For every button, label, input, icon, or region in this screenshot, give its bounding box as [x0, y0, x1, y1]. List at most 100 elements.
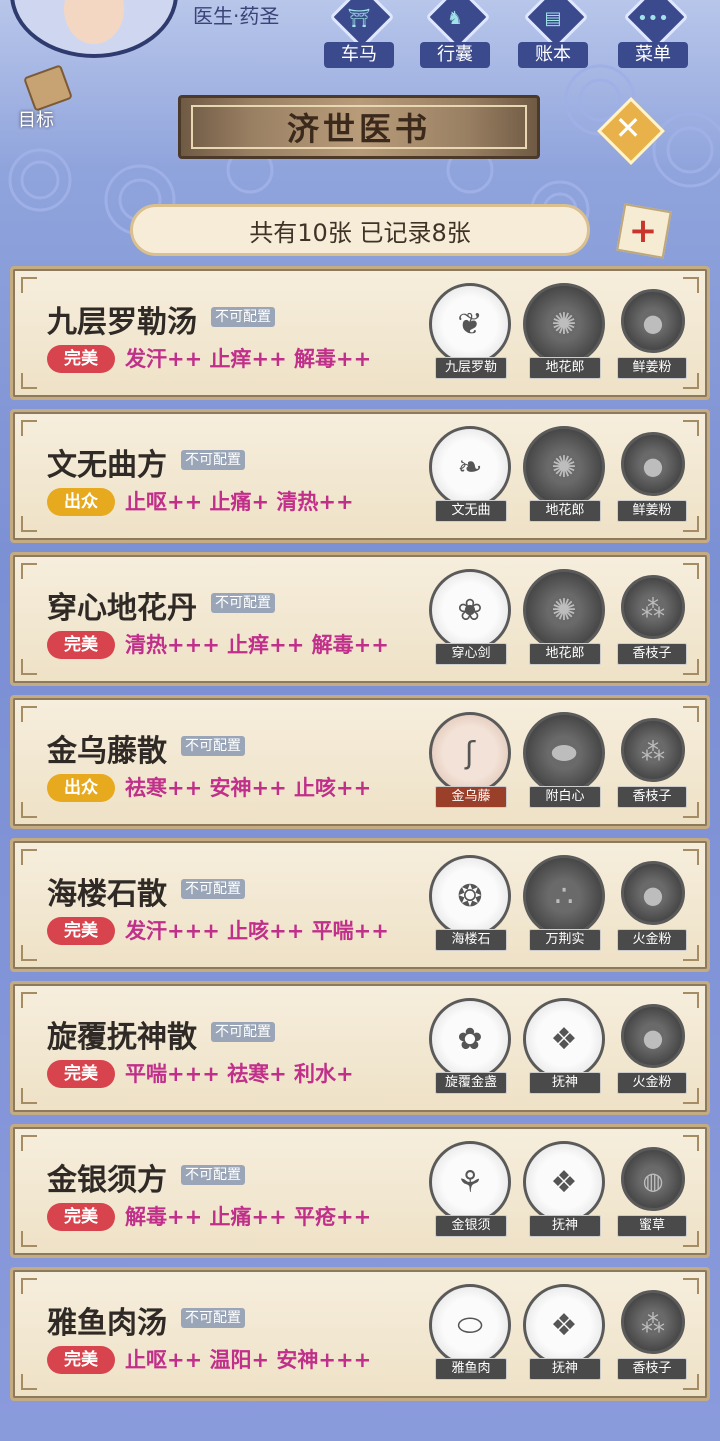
ingredient-slot[interactable]: ❦ 九层罗勒: [425, 283, 515, 383]
menu-button[interactable]: ••• 菜单: [612, 0, 694, 68]
prescription-name: 金银须方: [47, 1163, 167, 1198]
quality-badge: 完美: [47, 1203, 115, 1231]
effects-text: 清热+++ 止痒++ 解毒++: [125, 633, 389, 657]
corner-ornament: [21, 373, 37, 389]
effects-text: 止呕++ 止痛+ 清热++: [125, 490, 354, 514]
corner-ornament: [21, 1135, 37, 1151]
config-tag: 不可配置: [181, 1308, 245, 1328]
ingredient-slot[interactable]: ● 火金粉: [615, 998, 687, 1098]
close-icon: ✕: [614, 109, 642, 147]
corner-ornament: [21, 849, 37, 865]
ingredient-image-icon: ●: [642, 452, 664, 480]
scroll-icon: [23, 64, 73, 112]
effects-text: 平喘+++ 祛寒+ 利水+: [125, 1062, 354, 1086]
ingredient-image-icon: ❖: [550, 1022, 578, 1057]
player-role: 医生·药圣: [193, 4, 280, 28]
ingredient-label: 地花郎: [529, 357, 601, 379]
ingredient-slot[interactable]: ⬬ 附白心: [519, 712, 609, 812]
effects-text: 发汗++ 止痒++ 解毒++: [125, 347, 372, 371]
ingredient-slot[interactable]: ❖ 抚神: [519, 998, 609, 1098]
ingredient-slot[interactable]: ⁂ 香枝子: [615, 1284, 687, 1384]
ingredient-label: 火金粉: [617, 1072, 687, 1094]
prescription-card[interactable]: 穿心地花丹 不可配置 完美 清热+++ 止痒++ 解毒++ ❀ 穿心剑 ✺ 地花…: [10, 552, 710, 686]
ingredient-slot[interactable]: ❀ 穿心剑: [425, 569, 515, 669]
ingredient-slot[interactable]: ʃ 金乌藤: [425, 712, 515, 812]
ingredient-image-icon: ✺: [551, 593, 577, 628]
ingredient-image-icon: ⁂: [641, 1310, 665, 1338]
ingredient-image-icon: ◍: [642, 1167, 664, 1195]
ingredient-label: 金乌藤: [435, 786, 507, 808]
config-tag: 不可配置: [211, 307, 275, 327]
ingredient-image-icon: ⚘: [456, 1165, 484, 1200]
ingredient-slot[interactable]: ❖ 抚神: [519, 1141, 609, 1241]
corner-ornament: [21, 1278, 37, 1294]
prescription-card[interactable]: 文无曲方 不可配置 出众 止呕++ 止痛+ 清热++ ❧ 文无曲 ✺ 地花郎 ●…: [10, 409, 710, 543]
corner-ornament: [21, 659, 37, 675]
ingredient-slot[interactable]: ✿ 旋覆金盏: [425, 998, 515, 1098]
bag-button[interactable]: ♞ 行囊: [414, 0, 496, 68]
prescription-card[interactable]: 金银须方 不可配置 完美 解毒++ 止痛++ 平疮++ ⚘ 金银须 ❖ 抚神 ◍…: [10, 1124, 710, 1258]
config-tag: 不可配置: [181, 879, 245, 899]
corner-ornament: [21, 802, 37, 818]
corner-ornament: [21, 706, 37, 722]
ingredient-label: 金银须: [435, 1215, 507, 1237]
prescription-card[interactable]: 海楼石散 不可配置 完美 发汗+++ 止咳++ 平喘++ ❂ 海楼石 ∴ 万荆实…: [10, 838, 710, 972]
ingredient-label: 香枝子: [617, 786, 687, 808]
ingredient-image-icon: ⬭: [457, 1308, 483, 1343]
ingredient-label: 火金粉: [617, 929, 687, 951]
add-prescription-button[interactable]: +: [612, 203, 674, 259]
effects-text: 祛寒++ 安神++ 止咳++: [125, 776, 372, 800]
prescription-card[interactable]: 雅鱼肉汤 不可配置 完美 止呕++ 温阳+ 安神+++ ⬭ 雅鱼肉 ❖ 抚神 ⁂…: [10, 1267, 710, 1401]
ingredient-image-icon: ✿: [457, 1022, 483, 1057]
ingredient-image-icon: ❧: [457, 450, 483, 485]
corner-ornament: [21, 945, 37, 961]
prescription-name: 雅鱼肉汤: [47, 1306, 167, 1341]
ingredient-slot[interactable]: ∴ 万荆实: [519, 855, 609, 955]
quality-badge: 完美: [47, 631, 115, 659]
quality-badge: 出众: [47, 488, 115, 516]
player-avatar[interactable]: [10, 0, 178, 58]
prescription-card[interactable]: 九层罗勒汤 不可配置 完美 发汗++ 止痒++ 解毒++ ❦ 九层罗勒 ✺ 地花…: [10, 266, 710, 400]
corner-ornament: [21, 277, 37, 293]
ingredient-label: 蜜草: [617, 1215, 687, 1237]
ingredient-image-icon: ●: [642, 309, 664, 337]
ingredient-image-icon: ●: [642, 1024, 664, 1052]
ingredient-slot[interactable]: ✺ 地花郎: [519, 426, 609, 526]
carriage-button[interactable]: ⛩ 车马: [318, 0, 400, 68]
close-button[interactable]: ✕: [597, 97, 665, 165]
ingredient-label: 雅鱼肉: [435, 1358, 507, 1380]
quality-badge: 完美: [47, 1060, 115, 1088]
prescription-card[interactable]: 金乌藤散 不可配置 出众 祛寒++ 安神++ 止咳++ ʃ 金乌藤 ⬬ 附白心 …: [10, 695, 710, 829]
ingredient-image-icon: ❀: [457, 593, 483, 628]
prescription-card[interactable]: 旋覆抚神散 不可配置 完美 平喘+++ 祛寒+ 利水+ ✿ 旋覆金盏 ❖ 抚神 …: [10, 981, 710, 1115]
corner-ornament: [21, 1231, 37, 1247]
ingredient-slot[interactable]: ◍ 蜜草: [615, 1141, 687, 1241]
config-tag: 不可配置: [211, 593, 275, 613]
ingredient-slot[interactable]: ❂ 海楼石: [425, 855, 515, 955]
ingredient-label: 香枝子: [617, 643, 687, 665]
ingredient-label: 地花郎: [529, 643, 601, 665]
ingredient-label: 地花郎: [529, 500, 601, 522]
ingredient-slot[interactable]: ⁂ 香枝子: [615, 712, 687, 812]
ingredient-label: 九层罗勒: [435, 357, 507, 379]
ingredient-slot[interactable]: ❧ 文无曲: [425, 426, 515, 526]
ingredient-slot[interactable]: ✺ 地花郎: [519, 569, 609, 669]
ingredient-slot[interactable]: ✺ 地花郎: [519, 283, 609, 383]
ingredient-slot[interactable]: ● 鲜姜粉: [615, 426, 687, 526]
ingredient-label: 万荆实: [529, 929, 601, 951]
ledger-button[interactable]: ▤ 账本: [512, 0, 594, 68]
ingredient-image-icon: ⁂: [641, 738, 665, 766]
prescription-name: 文无曲方: [47, 448, 167, 483]
quality-badge: 完美: [47, 345, 115, 373]
ingredient-slot[interactable]: ● 鲜姜粉: [615, 283, 687, 383]
ingredient-slot[interactable]: ● 火金粉: [615, 855, 687, 955]
goal-button[interactable]: 目标: [8, 64, 88, 131]
ingredient-slot[interactable]: ⁂ 香枝子: [615, 569, 687, 669]
ingredient-slot[interactable]: ⚘ 金银须: [425, 1141, 515, 1241]
ingredient-slot[interactable]: ❖ 抚神: [519, 1284, 609, 1384]
ingredient-slot[interactable]: ⬭ 雅鱼肉: [425, 1284, 515, 1384]
corner-ornament: [21, 1374, 37, 1390]
ingredient-label: 香枝子: [617, 1358, 687, 1380]
corner-ornament: [21, 516, 37, 532]
config-tag: 不可配置: [181, 1165, 245, 1185]
